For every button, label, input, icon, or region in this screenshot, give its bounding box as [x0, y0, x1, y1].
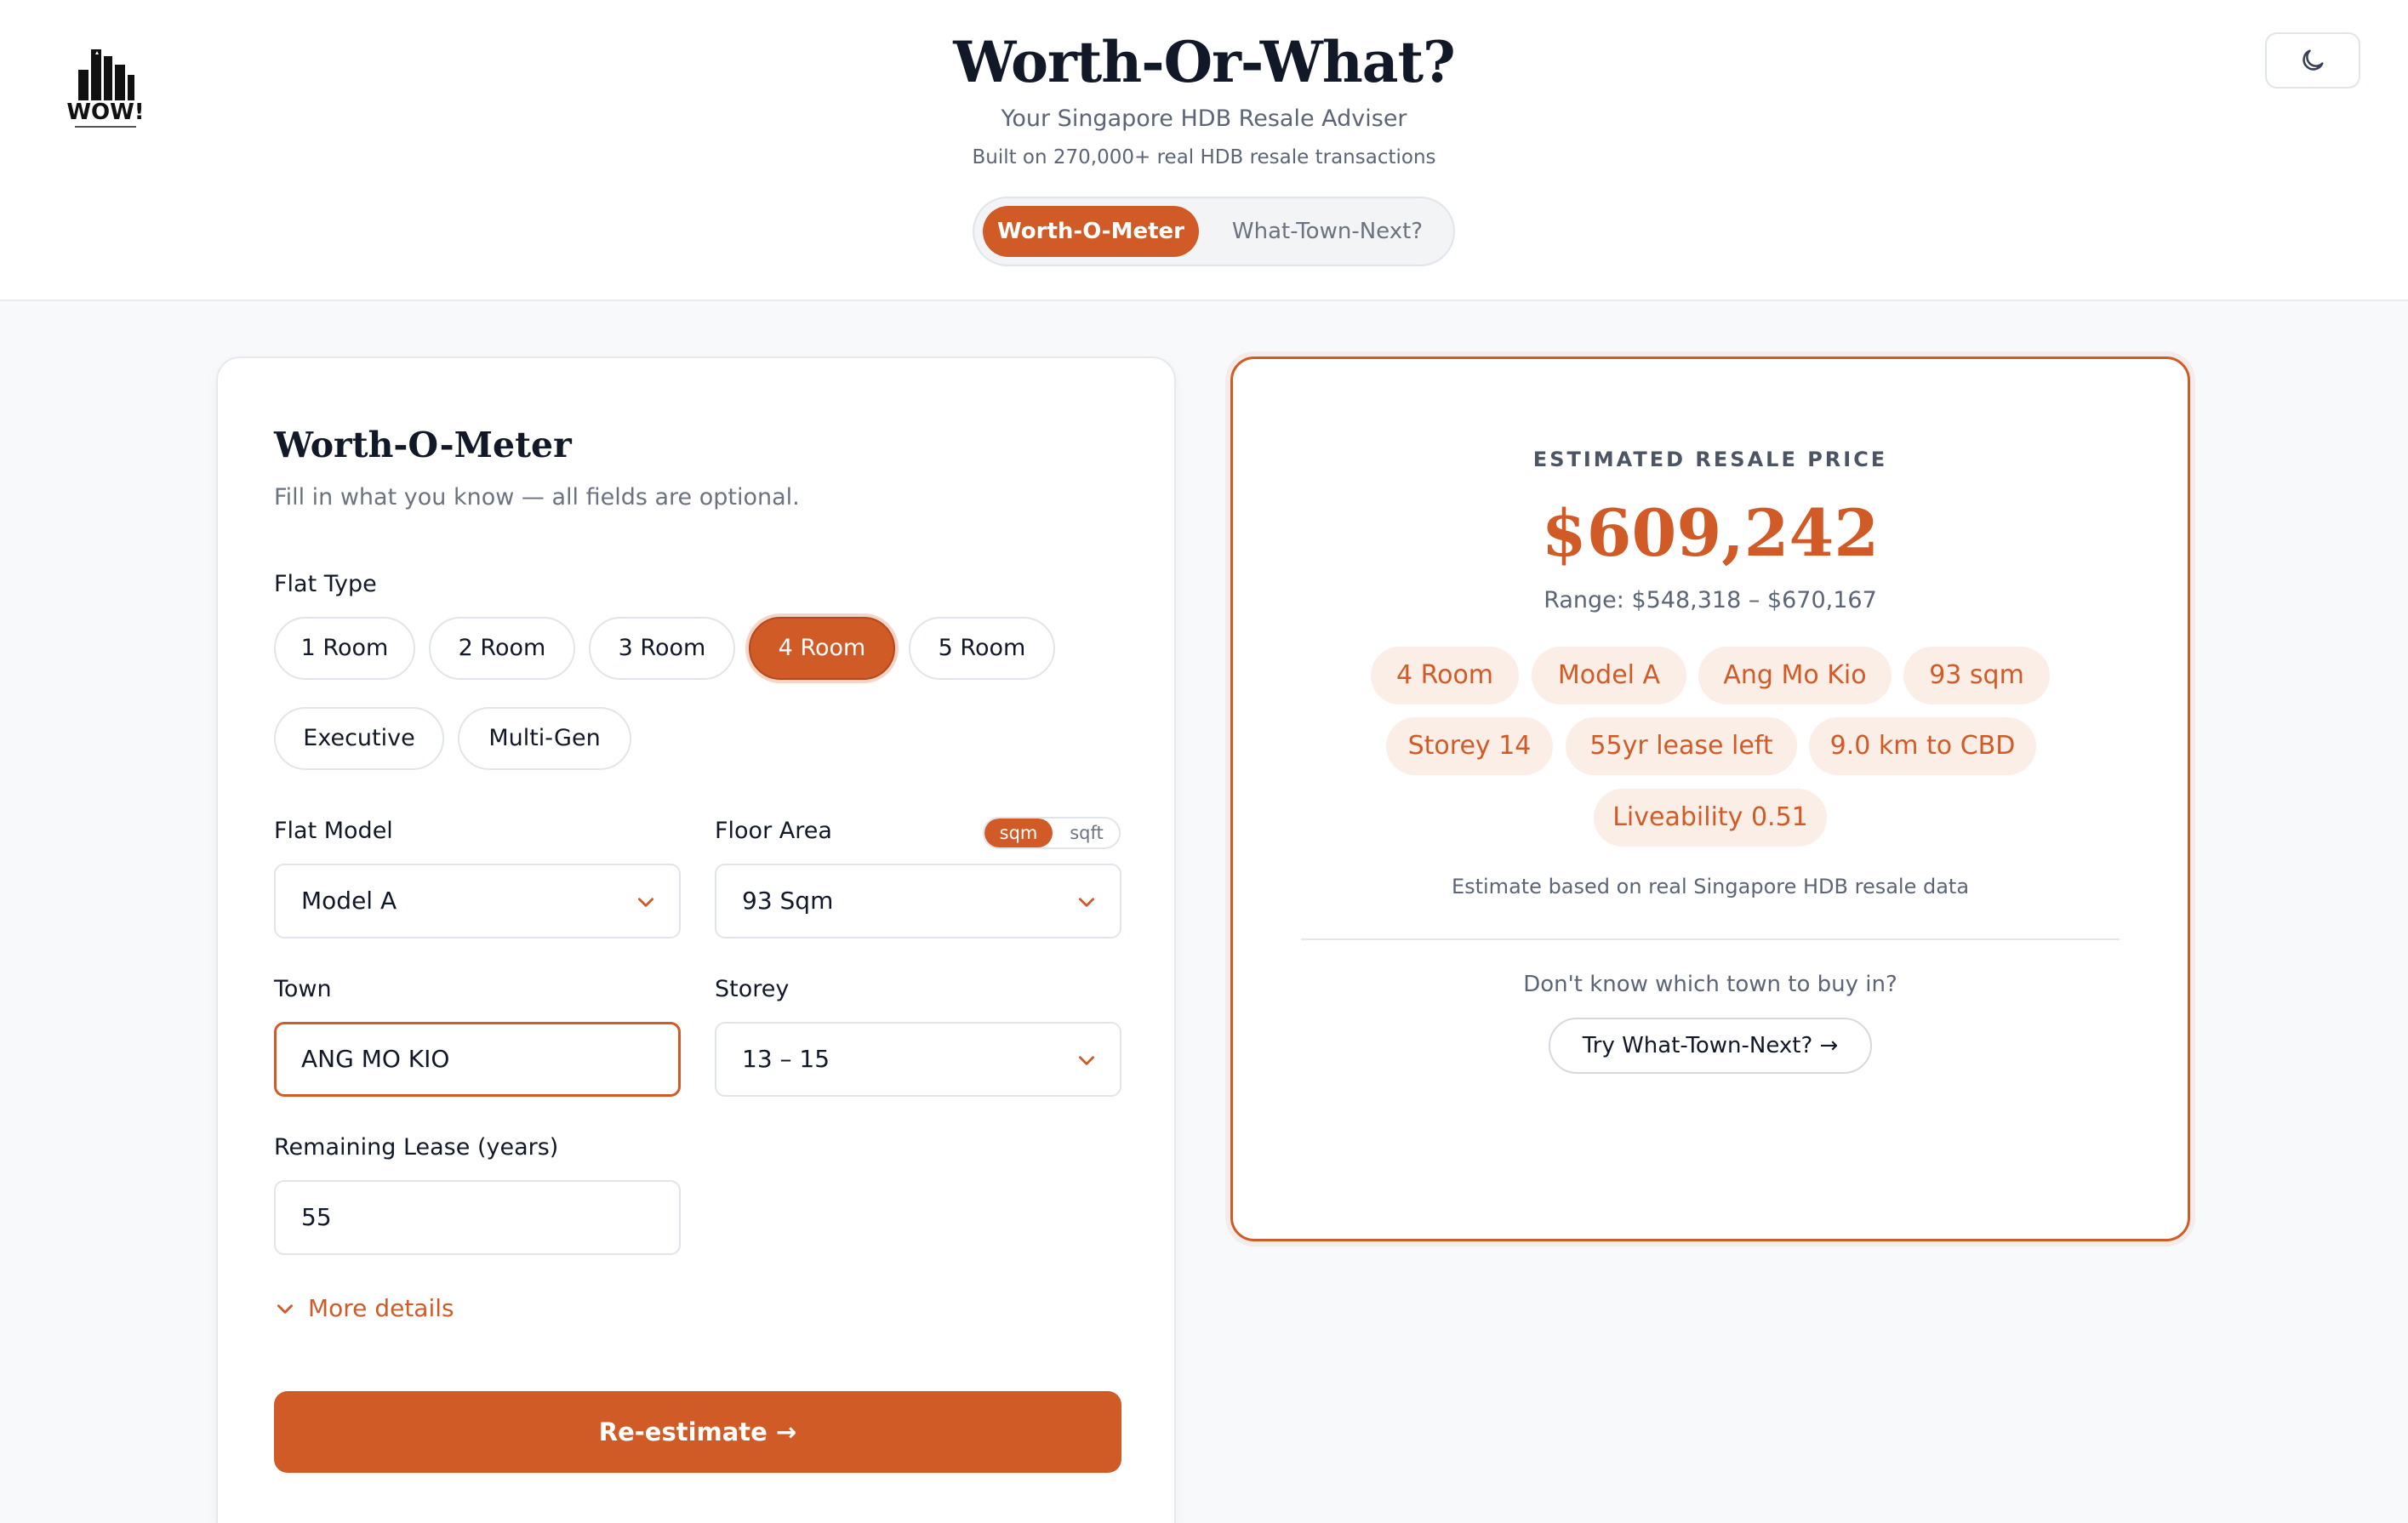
area-unit-toggle: sqm sqft	[983, 817, 1121, 849]
try-what-town-next-button[interactable]: Try What-Town-Next? →	[1549, 1018, 1872, 1074]
form-title: Worth-O-Meter	[274, 425, 572, 465]
summary-tag: Liveability 0.51	[1594, 789, 1827, 847]
app-header: WOW! Worth-Or-What? Your Singapore HDB R…	[0, 0, 2408, 301]
lease-input[interactable]: 55	[274, 1180, 681, 1255]
flat-model-select[interactable]: Model A	[274, 864, 681, 938]
storey-select[interactable]: 13 – 15	[715, 1022, 1121, 1097]
page-title: Worth-Or-What?	[953, 29, 1455, 95]
flat-type-executive[interactable]: Executive	[274, 707, 444, 770]
summary-tag: 9.0 km to CBD	[1809, 717, 2036, 775]
estimate-result-card: ESTIMATED RESALE PRICE $609,242 Range: $…	[1230, 357, 2190, 1241]
page-subline: Built on 270,000+ real HDB resale transa…	[972, 146, 1436, 168]
lease-label: Remaining Lease (years)	[274, 1134, 559, 1161]
summary-tag: 4 Room	[1371, 647, 1519, 704]
tab-worth-o-meter[interactable]: Worth-O-Meter	[983, 206, 1199, 257]
summary-tag: Ang Mo Kio	[1698, 647, 1892, 704]
more-details-toggle[interactable]: More details	[274, 1294, 454, 1322]
flat-model-value: Model A	[301, 887, 397, 915]
summary-tag: 55yr lease left	[1566, 717, 1797, 775]
chevron-down-icon	[638, 898, 653, 907]
page-subtitle: Your Singapore HDB Resale Adviser	[1001, 106, 1407, 132]
chevron-down-icon	[277, 1303, 293, 1314]
divider	[1301, 938, 2120, 940]
floor-area-value: 93 Sqm	[742, 887, 834, 915]
unit-sqm[interactable]: sqm	[984, 819, 1053, 847]
flat-type-label: Flat Type	[274, 571, 377, 597]
re-estimate-button[interactable]: Re-estimate →	[274, 1391, 1121, 1473]
mode-tabs: Worth-O-Meter What-Town-Next?	[973, 197, 1455, 266]
form-subtitle: Fill in what you know — all fields are o…	[274, 484, 800, 511]
flat-type-4-room[interactable]: 4 Room	[749, 617, 895, 680]
lease-value: 55	[301, 1203, 332, 1231]
floor-area-label: Floor Area	[715, 818, 832, 844]
estimated-price: $609,242	[1541, 495, 1880, 571]
flat-type-multi-gen[interactable]: Multi-Gen	[458, 707, 631, 770]
flat-model-label: Flat Model	[274, 818, 393, 844]
flat-type-5-room[interactable]: 5 Room	[909, 617, 1055, 680]
price-range: Range: $548,318 – $670,167	[1544, 587, 1877, 613]
moon-icon	[2302, 49, 2324, 71]
theme-toggle-button[interactable]	[2265, 32, 2360, 88]
floor-area-select[interactable]: 93 Sqm	[715, 864, 1121, 938]
more-details-label: More details	[308, 1294, 454, 1322]
tab-what-town-next[interactable]: What-Town-Next?	[1207, 206, 1447, 257]
town-question: Don't know which town to buy in?	[1523, 972, 1897, 997]
result-eyebrow: ESTIMATED RESALE PRICE	[1532, 448, 1888, 471]
estimate-note: Estimate based on real Singapore HDB res…	[1451, 875, 1970, 898]
town-input[interactable]: ANG MO KIO	[274, 1022, 681, 1097]
summary-tag: 93 sqm	[1903, 647, 2050, 704]
chevron-down-icon	[1079, 898, 1094, 907]
unit-sqft[interactable]: sqft	[1053, 819, 1119, 847]
flat-type-2-room[interactable]: 2 Room	[429, 617, 575, 680]
town-label: Town	[274, 976, 332, 1002]
flat-type-3-room[interactable]: 3 Room	[589, 617, 735, 680]
worth-o-meter-form: Worth-O-Meter Fill in what you know — al…	[216, 357, 1176, 1523]
storey-label: Storey	[715, 976, 790, 1002]
storey-value: 13 – 15	[742, 1045, 830, 1073]
summary-tag: Storey 14	[1386, 717, 1553, 775]
town-value: ANG MO KIO	[301, 1045, 450, 1073]
chevron-down-icon	[1079, 1056, 1094, 1065]
flat-type-1-room[interactable]: 1 Room	[274, 617, 415, 680]
summary-tag: Model A	[1532, 647, 1686, 704]
